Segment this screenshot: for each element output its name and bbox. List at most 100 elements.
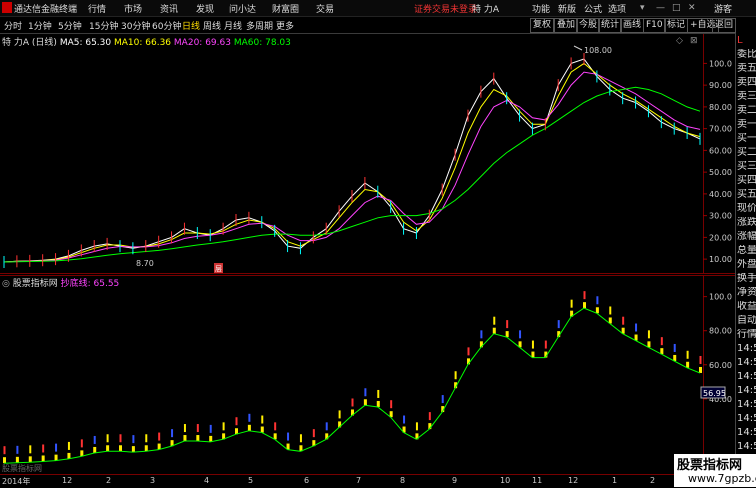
sidebar-item: L (737, 35, 743, 46)
tab-15min[interactable]: 15分钟 (89, 19, 118, 32)
y-tick-label: 60.00 (709, 146, 732, 155)
indicator-bar (145, 434, 148, 443)
indicator-band (363, 399, 367, 406)
sidebar-item: 涨幅 (737, 231, 756, 242)
menu-shichang[interactable]: 市场 (124, 2, 142, 15)
indicator-bar (557, 320, 560, 329)
tab-weekly[interactable]: 周线 (203, 19, 221, 32)
sidebar-item: 净资 (737, 287, 756, 298)
back-button[interactable]: 返回 (712, 18, 737, 33)
chart-close-icon[interactable]: ⊠ (690, 36, 698, 46)
menu-xuanxiang[interactable]: 选项 (608, 2, 626, 15)
tab-more[interactable]: 更多 (276, 19, 294, 32)
indicator-band (54, 454, 58, 461)
guest-user[interactable]: 游客 (714, 2, 732, 15)
indicator-band (93, 446, 97, 453)
chart-settings-icon[interactable]: ◇ (676, 36, 683, 46)
indicator-band (144, 445, 148, 452)
indicator-icon[interactable]: ◎ (2, 279, 10, 289)
mark-button[interactable]: 标记 (664, 18, 689, 33)
indicator-bar (261, 415, 264, 424)
jingu-button[interactable]: 今股 (576, 18, 601, 33)
trade-login-notice[interactable]: 证券交易未登录 (414, 2, 477, 15)
tab-daily[interactable]: 日线 (182, 19, 200, 32)
indicator-bar (622, 316, 625, 325)
sidebar-item: 外盘 (737, 259, 756, 270)
indicator-bar (183, 424, 186, 433)
indicator-bar (299, 434, 302, 443)
indicator-band (209, 435, 213, 442)
maximize-icon[interactable]: □ (672, 3, 682, 13)
overlay-button[interactable]: 叠加 (554, 18, 579, 33)
menu-gongneng[interactable]: 功能 (532, 2, 550, 15)
y-tick-label: 40.00 (709, 190, 732, 199)
indicator-band (376, 400, 380, 407)
indicator-bar (519, 330, 522, 339)
indicator-bar (467, 347, 470, 356)
ma10-value: MA10: 66.36 (114, 38, 172, 48)
menu-zixun[interactable]: 资讯 (160, 2, 178, 15)
indicator-band (67, 452, 71, 459)
indicator-bar (506, 320, 509, 329)
indicator-value-box: 56.95 (703, 389, 726, 398)
xtick: 4 (204, 476, 210, 485)
indicator-band (686, 361, 690, 368)
indicator-name[interactable]: 股票指标网 (13, 279, 58, 289)
sidebar-item: 行情 (737, 329, 756, 340)
indicator-chart[interactable]: 100.080.0060.0040.00 56.95 股票指标网 (0, 275, 735, 475)
stats-button[interactable]: 统计 (598, 18, 623, 33)
f10-button[interactable]: F10 (643, 18, 666, 33)
app-title: 通达信金融终端 (14, 5, 78, 15)
menu-gongshi[interactable]: 公式 (584, 2, 602, 15)
indicator-bar (480, 330, 483, 339)
indicator-bar (274, 422, 277, 431)
indicator-bar (158, 432, 161, 441)
main-chart-header: 特 力A (日线) MA5: 65.30 MA10: 66.36 MA20: 6… (2, 35, 291, 48)
tab-60min[interactable]: 60分钟 (152, 19, 181, 32)
sidebar-item: 14:50 (737, 385, 756, 396)
indicator-bar (673, 343, 676, 352)
indicator-bar (80, 439, 83, 448)
xtick: 1 (612, 476, 618, 485)
indicator-band (157, 443, 161, 450)
indicator-bar (119, 434, 122, 443)
date-axis: 2014年 12 2 3 4 5 6 7 8 9 10 11 12 1 2 (0, 474, 735, 488)
minimize-icon[interactable]: — (656, 3, 666, 13)
sidebar-item: 收益 (737, 301, 756, 312)
stock-title: 特 力A (472, 5, 500, 15)
tab-30min[interactable]: 30分钟 (121, 19, 150, 32)
close-icon[interactable]: ✕ (688, 3, 698, 13)
xtick: 2014年 (2, 477, 31, 486)
indicator-bar (248, 413, 251, 422)
event-tag-label: 层 (215, 265, 222, 273)
tab-fenshi[interactable]: 分时 (4, 19, 22, 32)
draw-button[interactable]: 画线 (620, 18, 645, 33)
y-tick-label: 50.00 (709, 168, 732, 177)
tab-multi-period[interactable]: 多周期 (246, 19, 273, 32)
menu-arrow-icon[interactable]: ▾ (640, 3, 650, 13)
y-tick-label: 80.00 (709, 327, 732, 336)
menu-wenxiaoda[interactable]: 问小达 (229, 2, 256, 15)
tab-monthly[interactable]: 月线 (224, 19, 242, 32)
sidebar-item: 14:50 (737, 371, 756, 382)
indicator-bar (3, 446, 6, 455)
indicator-line-value: 抄底线: 65.55 (60, 279, 120, 289)
indicator-band (492, 327, 496, 334)
menu-hangqing[interactable]: 行情 (88, 2, 106, 15)
tab-5min[interactable]: 5分钟 (58, 19, 82, 32)
xtick: 2 (106, 476, 112, 485)
indicator-band (15, 456, 19, 463)
menu-xinban[interactable]: 新版 (558, 2, 576, 15)
menu-faxian[interactable]: 发现 (196, 2, 214, 15)
menu-caifuquan[interactable]: 财富圈 (272, 2, 299, 15)
indicator-band (183, 435, 187, 442)
indicator-band (647, 341, 651, 348)
y-tick-label: 20.00 (709, 233, 732, 242)
menu-jiaoyi[interactable]: 交易 (316, 2, 334, 15)
y-tick-label: 100.0 (709, 59, 732, 68)
xtick: 8 (400, 476, 406, 485)
kline-chart[interactable]: 100.0 90.00 80.00 70.00 60.00 50.00 40.00 30.00… (0, 34, 735, 274)
fuquan-button[interactable]: 复权 (530, 18, 555, 33)
indicator-bar (454, 371, 457, 380)
tab-1min[interactable]: 1分钟 (28, 19, 52, 32)
